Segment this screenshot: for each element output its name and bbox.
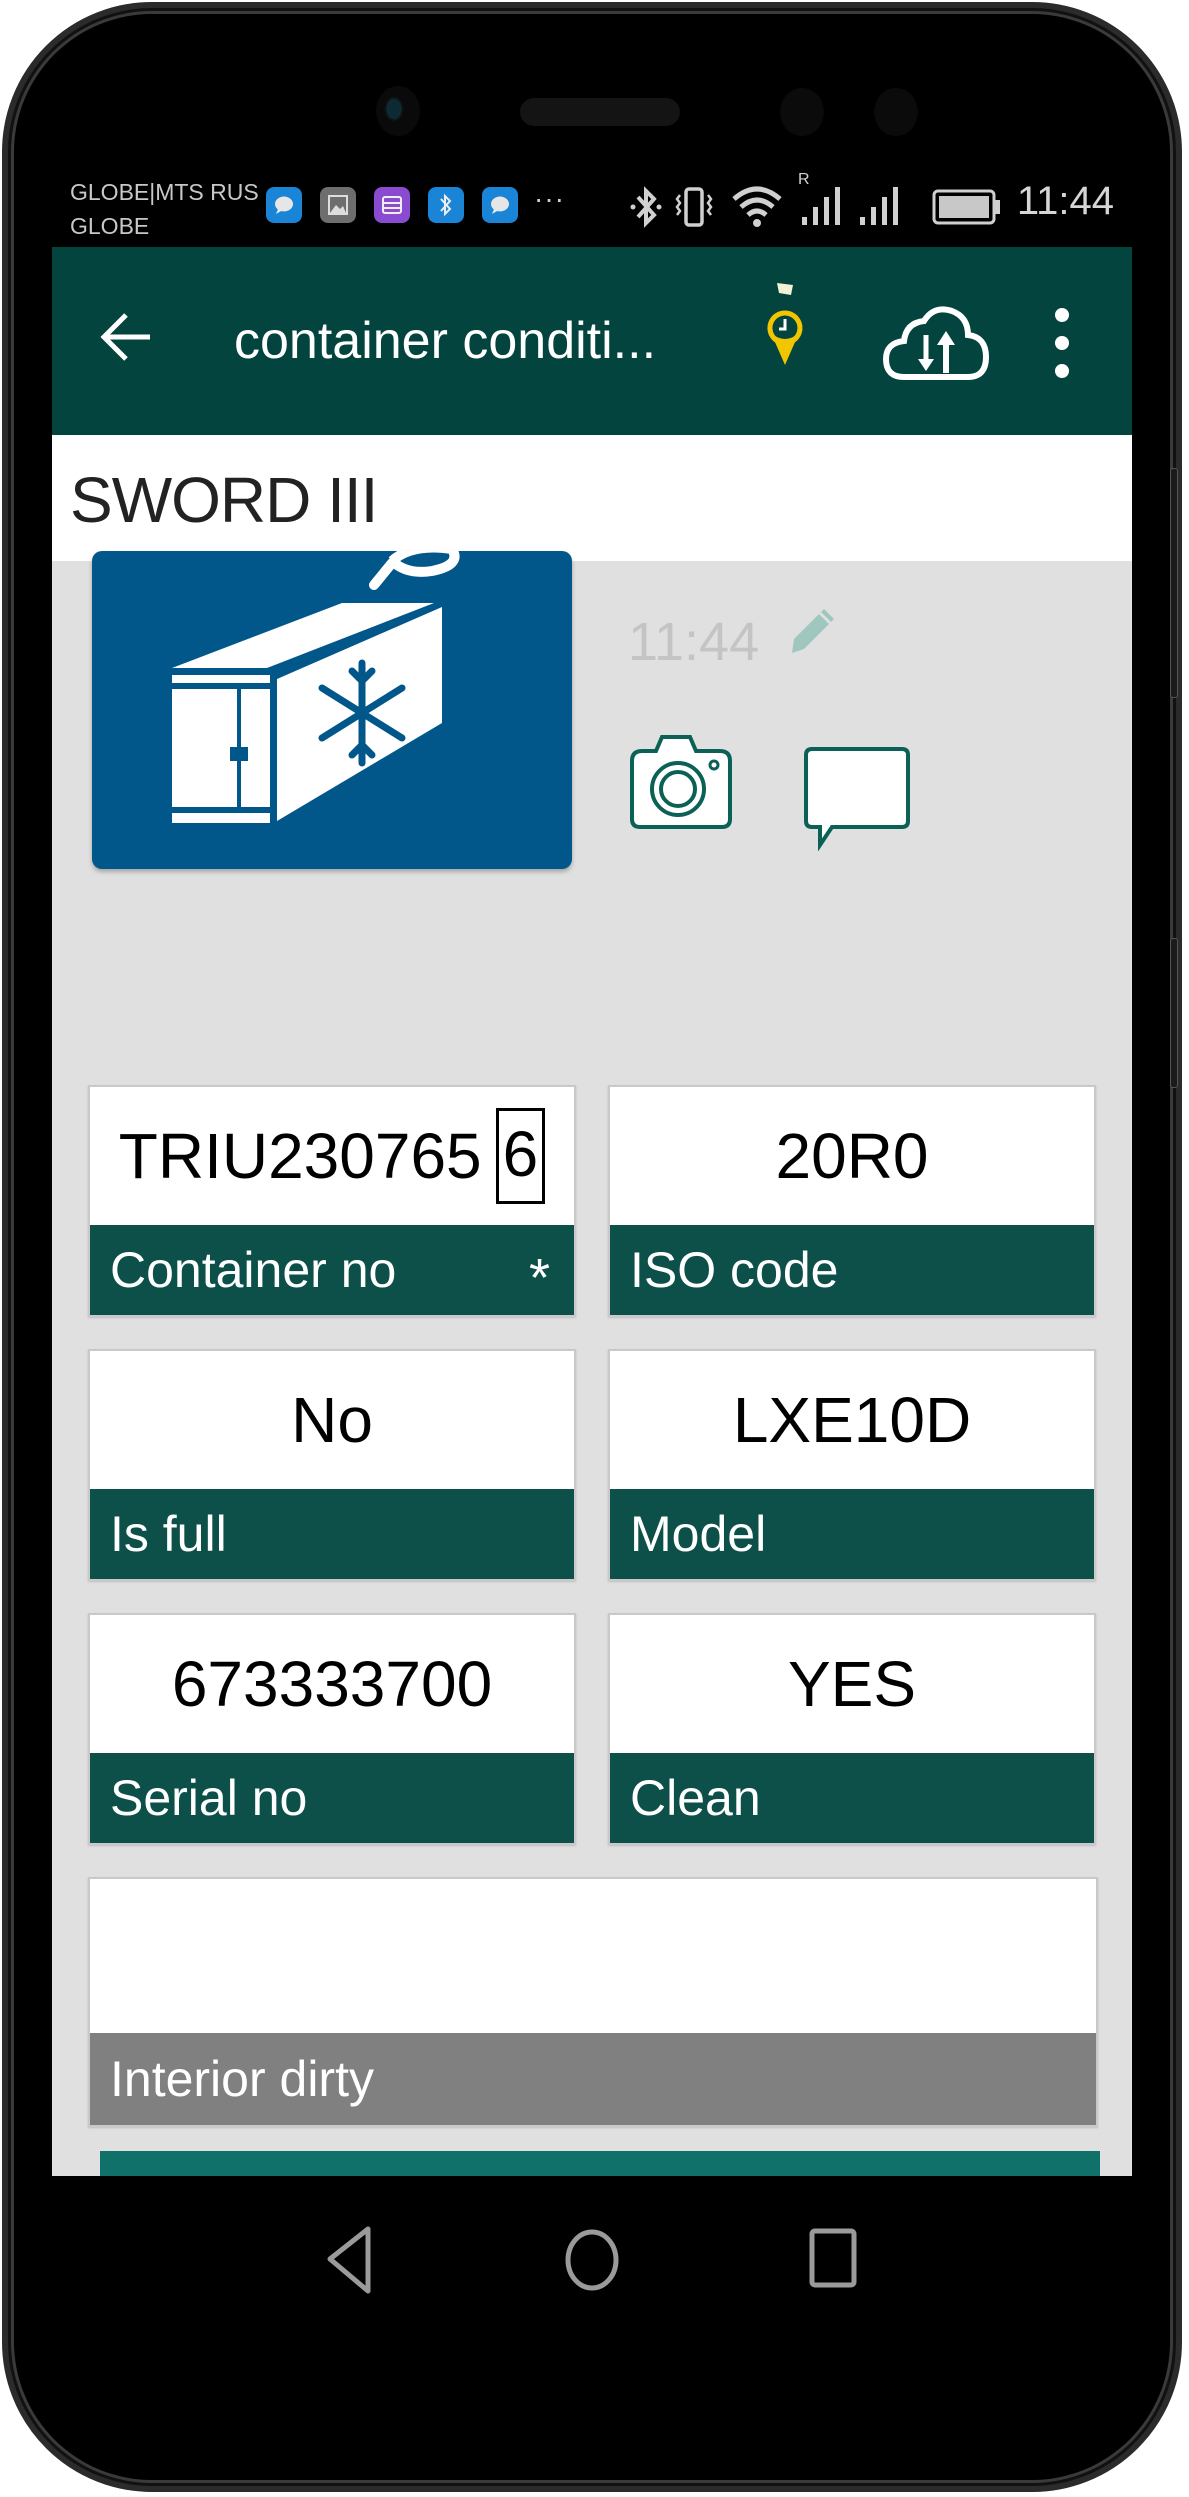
chat-bubble-icon <box>266 187 302 223</box>
clean-field[interactable]: YES Clean <box>608 1613 1096 1845</box>
chat-bubble-icon <box>482 187 518 223</box>
light-sensor <box>874 88 918 136</box>
location-clock-icon[interactable] <box>757 279 813 379</box>
proximity-sensor <box>780 88 824 136</box>
carrier-line-2: GLOBE <box>70 213 150 239</box>
pencil-icon[interactable] <box>782 601 842 661</box>
calendar-icon <box>374 187 410 223</box>
gallery-icon <box>320 187 356 223</box>
serial-no-value: 673333700 <box>171 1648 493 1720</box>
carrier-info: GLOBE|MTS RUS GLOBE <box>70 175 259 243</box>
bluetooth-app-icon <box>428 187 464 223</box>
status-bar: GLOBE|MTS RUS GLOBE ··· R 11:44 <box>52 163 1132 247</box>
confirm-button[interactable]: CONFIRM <box>100 2151 1100 2176</box>
container-no-field[interactable]: TRIU230765 6 Container no * <box>88 1085 576 1317</box>
volume-button <box>1170 468 1178 698</box>
cloud-sync-icon[interactable] <box>882 301 992 391</box>
model-field[interactable]: LXE10D Model <box>608 1349 1096 1581</box>
screen: GLOBE|MTS RUS GLOBE ··· R 11:44 containe… <box>52 163 1132 2176</box>
iso-code-field[interactable]: 20R0 ISO code <box>608 1085 1096 1317</box>
field-label: Container no <box>110 1242 397 1298</box>
serial-no-field[interactable]: 673333700 Serial no <box>88 1613 576 1845</box>
is-full-value: No <box>291 1384 373 1456</box>
earpiece-speaker <box>520 98 680 126</box>
vessel-name: SWORD III <box>70 464 378 536</box>
vessel-header: SWORD III <box>52 435 1132 561</box>
reefer-container-icon <box>172 551 460 823</box>
is-full-label: Is full <box>90 1489 574 1579</box>
container-no-value: TRIU230765 6 <box>90 1087 574 1225</box>
comment-icon[interactable] <box>802 741 912 851</box>
more-notifications-icon: ··· <box>534 183 565 214</box>
interior-dirty-value <box>90 1879 1096 2035</box>
front-camera <box>376 86 420 136</box>
power-button <box>1170 938 1178 1088</box>
bluetooth-icon <box>630 186 662 228</box>
nav-recents-icon[interactable] <box>804 2225 864 2295</box>
status-clock: 11:44 <box>1016 179 1114 223</box>
model-value: LXE10D <box>732 1384 972 1456</box>
container-type-card[interactable] <box>92 551 572 869</box>
model-label: Model <box>610 1489 1094 1579</box>
is-full-field[interactable]: No Is full <box>88 1349 576 1581</box>
nav-back-icon[interactable] <box>320 2225 380 2295</box>
vibrate-icon <box>675 187 713 227</box>
wifi-icon <box>732 186 782 227</box>
battery-icon <box>932 189 1000 225</box>
container-no-main: TRIU230765 <box>118 1120 482 1192</box>
signal-sim2-icon <box>860 187 898 225</box>
clean-label: Clean <box>610 1753 1094 1843</box>
check-digit: 6 <box>495 1108 546 1204</box>
app-bar: container conditi... <box>52 247 1132 435</box>
camera-icon[interactable] <box>626 731 736 831</box>
clean-value: YES <box>787 1648 917 1720</box>
page-title: container conditi... <box>234 312 657 370</box>
arrow-left-icon[interactable] <box>96 307 156 367</box>
required-marker: * <box>528 1248 550 1308</box>
timestamp: 11:44 <box>628 612 760 672</box>
signal-sim1-icon <box>802 187 840 225</box>
nav-home-icon[interactable] <box>562 2225 622 2295</box>
iso-code-label: ISO code <box>610 1225 1094 1315</box>
interior-dirty-field[interactable]: Interior dirty <box>88 1877 1098 2127</box>
more-vertical-icon[interactable] <box>1042 303 1082 383</box>
iso-code-value: 20R0 <box>775 1120 929 1192</box>
serial-no-label: Serial no <box>90 1753 574 1843</box>
content-area: 11:44 TRIU230765 6 Container no * 20R0 I… <box>52 551 1132 2176</box>
interior-dirty-label: Interior dirty <box>90 2033 1096 2125</box>
container-no-label: Container no * <box>90 1225 574 1315</box>
carrier-line-1: GLOBE|MTS RUS <box>70 179 259 205</box>
